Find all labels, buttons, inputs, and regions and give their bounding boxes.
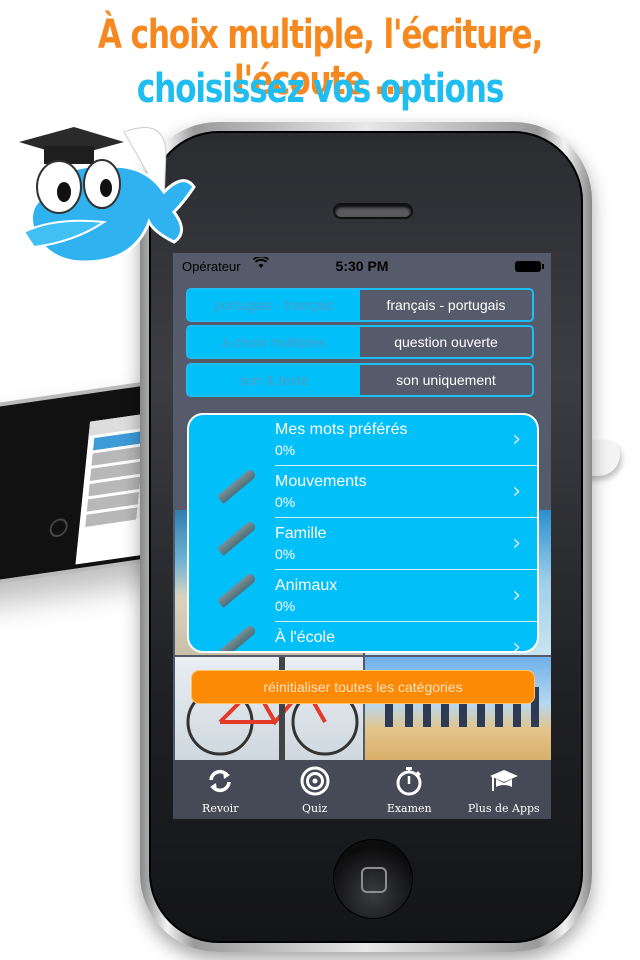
media-segmented-control: son & texte son uniquement — [186, 363, 534, 397]
chevron-right-icon: › — [512, 531, 521, 556]
option-question-ouverte[interactable]: question ouverte — [360, 327, 532, 357]
category-title: Mes mots préférés — [275, 421, 408, 438]
tab-label: Quiz — [302, 802, 328, 815]
tab-plus-de-apps[interactable]: Plus de Apps — [457, 760, 552, 819]
home-button[interactable] — [333, 839, 413, 919]
speaker-grille — [333, 203, 413, 219]
battery-icon — [515, 261, 544, 272]
category-item-mouvements[interactable]: Mouvements 0% › — [189, 467, 537, 518]
category-progress: 0% — [275, 598, 296, 614]
status-bar: Opérateur 5:30 PM — [173, 253, 551, 277]
chevron-right-icon: › — [512, 635, 521, 653]
category-title: Famille — [275, 525, 327, 542]
tab-revoir[interactable]: Revoir — [173, 760, 268, 819]
chevron-right-icon: › — [512, 427, 521, 452]
stopwatch-icon — [396, 767, 422, 796]
ipad-home-button — [48, 517, 69, 539]
option-choix-multiples[interactable]: à choix multiples — [188, 327, 360, 357]
option-portugais-francais[interactable]: portugais - français — [188, 290, 360, 320]
reset-categories-button[interactable]: réinitialiser toutes les catégories — [191, 670, 535, 704]
category-title: Animaux — [275, 577, 338, 594]
target-icon — [300, 766, 330, 796]
option-francais-portugais[interactable]: français - portugais — [360, 290, 532, 320]
tab-quiz[interactable]: Quiz — [268, 760, 363, 819]
category-progress: 0% — [275, 442, 296, 458]
tab-label: Examen — [386, 802, 432, 815]
category-list: Mes mots préférés 0% › Mouvements 0% › F… — [187, 413, 539, 653]
category-item-famille[interactable]: Famille 0% › — [189, 519, 537, 570]
category-item-a-l-ecole[interactable]: À l'école 0% › — [189, 623, 537, 653]
question-type-segmented-control: à choix multiples question ouverte — [186, 325, 534, 359]
category-progress: 0% — [275, 650, 295, 651]
tab-label: Revoir — [202, 802, 239, 815]
pencil-icon — [216, 468, 258, 504]
category-progress: 0% — [275, 494, 296, 510]
refresh-icon — [209, 769, 231, 793]
category-title: À l'école — [275, 629, 335, 646]
app-screen: Opérateur 5:30 PM portugais - français f… — [173, 253, 551, 819]
tab-examen[interactable]: Examen — [362, 760, 457, 819]
status-time: 5:30 PM — [335, 258, 389, 274]
option-son-uniquement[interactable]: son uniquement — [360, 365, 532, 395]
headline-subtitle: choisissez vos options — [136, 66, 505, 112]
pencil-icon — [216, 572, 258, 608]
option-son-et-texte[interactable]: son & texte — [188, 365, 360, 395]
tab-bar: Revoir Quiz Examen Plus de Apps — [173, 760, 551, 819]
chevron-right-icon: › — [512, 479, 521, 504]
direction-segmented-control: portugais - français français - portugai… — [186, 288, 534, 322]
category-progress: 0% — [275, 546, 296, 562]
chevron-right-icon: › — [512, 583, 521, 608]
category-item-mes-mots-preferes[interactable]: Mes mots préférés 0% › — [189, 415, 537, 466]
category-item-animaux[interactable]: Animaux 0% › — [189, 571, 537, 622]
tab-label: Plus de Apps — [467, 802, 540, 815]
pencil-icon — [216, 520, 258, 556]
mascot-fish-logo — [19, 127, 196, 264]
category-title: Mouvements — [275, 473, 367, 490]
graduation-cap-icon — [489, 770, 518, 791]
pencil-icon — [216, 624, 258, 651]
